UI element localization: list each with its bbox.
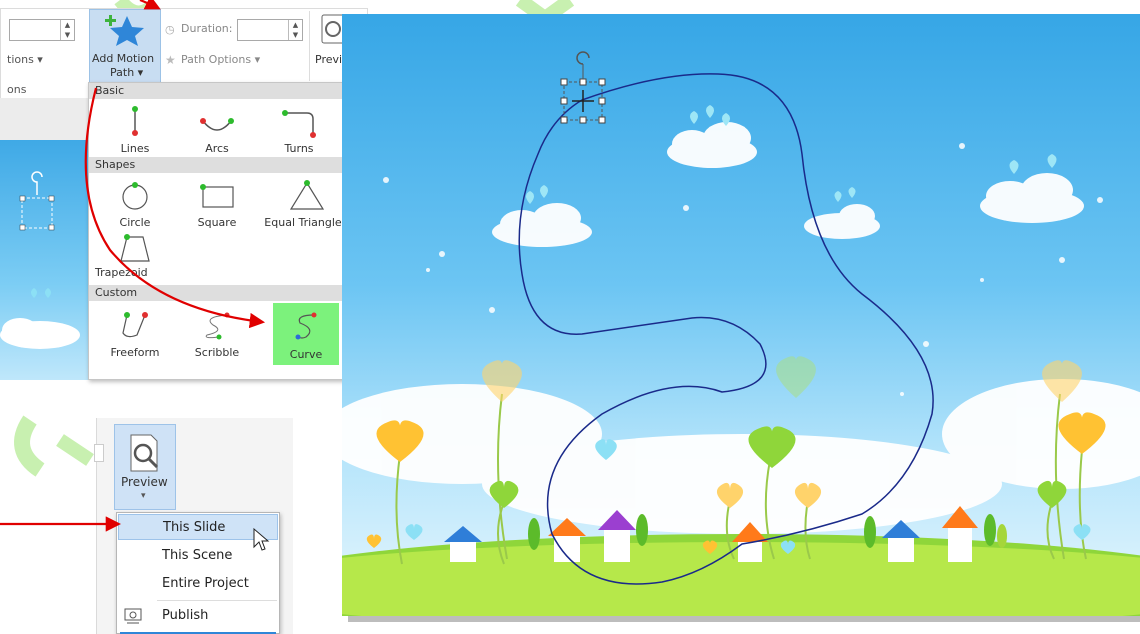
annotation-arrows xyxy=(0,0,266,532)
